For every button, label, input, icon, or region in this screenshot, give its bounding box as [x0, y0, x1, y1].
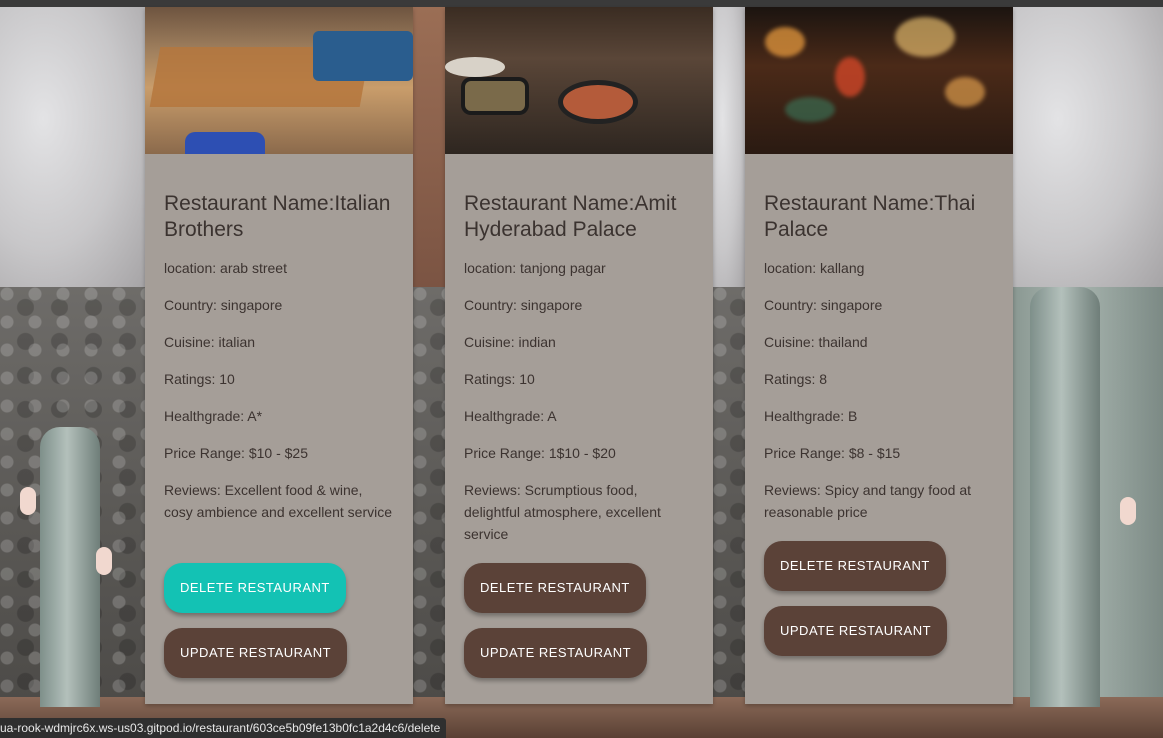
- restaurant-price-range: Price Range: 1$10 - $20: [464, 445, 616, 461]
- restaurant-location: location: arab street: [164, 260, 287, 276]
- restaurant-reviews: Reviews: Excellent food & wine, cosy amb…: [164, 482, 393, 520]
- delete-restaurant-button[interactable]: DELETE RESTAURANT: [164, 563, 346, 613]
- restaurant-location: location: kallang: [764, 260, 865, 276]
- restaurant-reviews: Reviews: Spicy and tangy food at reasona…: [764, 482, 972, 520]
- restaurant-card: Restaurant Name:Italian Brothers locatio…: [145, 7, 413, 704]
- restaurant-healthgrade: Healthgrade: B: [764, 408, 858, 424]
- restaurant-cuisine: Cuisine: thailand: [764, 334, 868, 350]
- link-preview-status-bar: ua-rook-wdmjrc6x.ws-us03.gitpod.io/resta…: [0, 718, 447, 738]
- restaurant-cuisine: Cuisine: italian: [164, 334, 256, 350]
- restaurant-details: Restaurant Name:Italian Brothers locatio…: [164, 191, 394, 538]
- restaurant-details: Restaurant Name:Amit Hyderabad Palace lo…: [464, 191, 694, 560]
- restaurant-price-range: Price Range: $10 - $25: [164, 445, 308, 461]
- restaurant-name: Restaurant Name:Italian Brothers: [164, 192, 391, 241]
- restaurant-card: Restaurant Name:Amit Hyderabad Palace lo…: [445, 7, 713, 704]
- restaurant-healthgrade: Healthgrade: A*: [164, 408, 263, 424]
- browser-top-edge: [0, 0, 1163, 7]
- restaurant-ratings: Ratings: 10: [164, 371, 235, 387]
- restaurant-ratings: Ratings: 10: [464, 371, 535, 387]
- restaurant-price-range: Price Range: $8 - $15: [764, 445, 901, 461]
- update-restaurant-button[interactable]: UPDATE RESTAURANT: [464, 628, 648, 678]
- delete-restaurant-button[interactable]: DELETE RESTAURANT: [764, 541, 946, 591]
- restaurant-card: Restaurant Name:Thai Palace location: ka…: [745, 7, 1013, 704]
- restaurant-name: Restaurant Name:Amit Hyderabad Palace: [464, 192, 677, 241]
- delete-restaurant-button[interactable]: DELETE RESTAURANT: [464, 563, 646, 613]
- restaurant-location: location: tanjong pagar: [464, 260, 606, 276]
- restaurant-country: Country: singapore: [464, 297, 583, 313]
- restaurant-reviews: Reviews: Scrumptious food, delightful at…: [464, 482, 661, 542]
- restaurant-country: Country: singapore: [164, 297, 283, 313]
- restaurant-image: [445, 7, 713, 154]
- restaurant-details: Restaurant Name:Thai Palace location: ka…: [764, 191, 994, 538]
- restaurant-image: [745, 7, 1013, 154]
- update-restaurant-button[interactable]: UPDATE RESTAURANT: [164, 628, 348, 678]
- restaurant-image: [145, 7, 413, 154]
- restaurant-ratings: Ratings: 8: [764, 371, 828, 387]
- restaurant-healthgrade: Healthgrade: A: [464, 408, 557, 424]
- update-restaurant-button[interactable]: UPDATE RESTAURANT: [764, 606, 948, 656]
- restaurant-country: Country: singapore: [764, 297, 883, 313]
- restaurant-cuisine: Cuisine: indian: [464, 334, 556, 350]
- restaurant-name: Restaurant Name:Thai Palace: [764, 192, 976, 241]
